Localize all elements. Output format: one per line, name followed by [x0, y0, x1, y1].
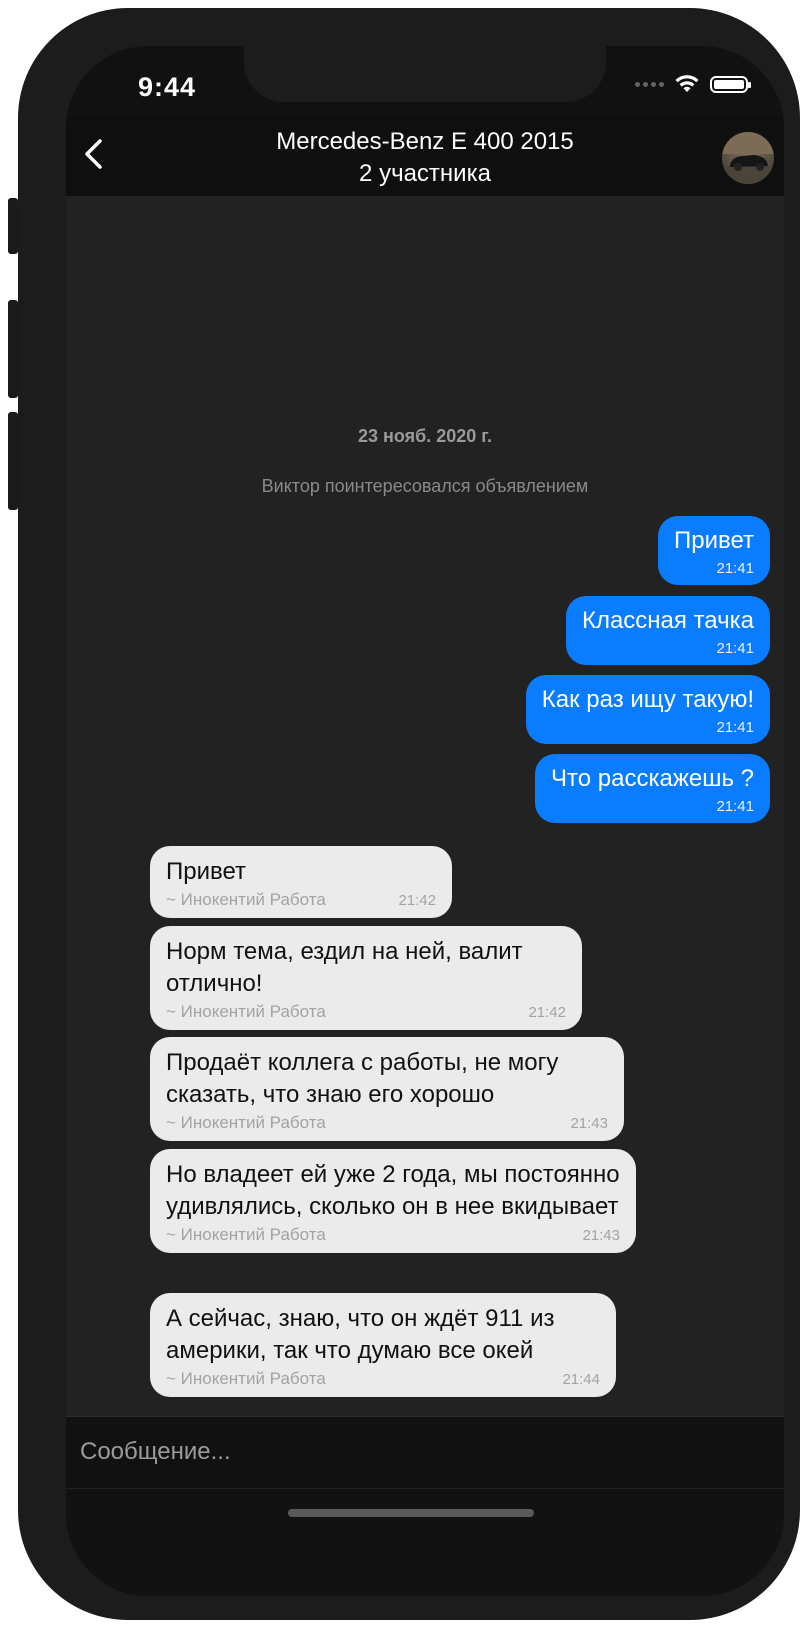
message-time: 21:43: [582, 1226, 620, 1244]
signal-dots-icon: [635, 81, 664, 87]
incoming-message[interactable]: Но владеет ей уже 2 года, мы постоянно у…: [150, 1149, 636, 1253]
outgoing-message[interactable]: Классная тачка 21:41: [565, 596, 770, 665]
message-text: Но владеет ей уже 2 года, мы постоянно у…: [166, 1161, 620, 1220]
sender-name: ~ Инокентий Работа: [166, 890, 326, 909]
outgoing-message[interactable]: Что расскажешь ? 21:41: [535, 754, 770, 823]
message-time: 21:42: [528, 1003, 566, 1021]
message-time: 21:41: [716, 640, 754, 657]
car-image: [722, 132, 774, 184]
incoming-message[interactable]: Продаёт коллега с работы, не могу сказат…: [150, 1037, 624, 1141]
wifi-icon: [675, 75, 699, 92]
incoming-message[interactable]: Привет ~ Инокентий Работа 21:42: [150, 846, 452, 918]
message-text: Привет: [166, 858, 247, 885]
incoming-message[interactable]: А сейчас, знаю, что он ждёт 911 из амери…: [150, 1293, 616, 1397]
message-text: Привет: [673, 527, 754, 554]
bottom-safe-area: [66, 1488, 784, 1596]
system-message: Виктор поинтересовался объявлением: [261, 476, 589, 496]
message-time: 21:43: [570, 1114, 608, 1132]
outgoing-message[interactable]: Привет 21:41: [657, 516, 770, 585]
message-text: Что расскажешь ?: [551, 765, 754, 792]
message-time: 21:41: [716, 798, 754, 815]
chat-title: Mercedes-Benz E 400 2015: [276, 128, 574, 155]
car-avatar[interactable]: [722, 132, 774, 184]
date-separator: 23 нояб. 2020 г.: [357, 426, 492, 446]
message-time: 21:41: [716, 719, 754, 736]
sender-name: ~ Инокентий Работа: [166, 1225, 326, 1244]
chat-header: Mercedes-Benz E 400 2015 2 участника: [66, 116, 784, 196]
message-time: 21:42: [398, 891, 436, 909]
message-text: Норм тема, ездил на ней, валит отлично!: [166, 938, 523, 997]
message-composer: [66, 1416, 784, 1489]
home-indicator[interactable]: [288, 1509, 534, 1517]
notch: [244, 46, 606, 102]
outgoing-message[interactable]: Как раз ищу такую! 21:41: [525, 675, 770, 744]
message-text: Классная тачка: [581, 607, 754, 634]
sender-name: ~ Инокентий Работа: [166, 1002, 326, 1021]
screen: 9:44 Mercedes-Benz E 400 2015 2 участник…: [66, 46, 784, 1596]
message-text: А сейчас, знаю, что он ждёт 911 из амери…: [166, 1305, 555, 1364]
message-time: 21:41: [716, 560, 754, 577]
message-time: 21:44: [562, 1370, 600, 1388]
incoming-message[interactable]: Норм тема, ездил на ней, валит отлично! …: [150, 926, 582, 1030]
phone-frame: 9:44 Mercedes-Benz E 400 2015 2 участник…: [18, 8, 800, 1620]
sender-name: ~ Инокентий Работа: [166, 1113, 326, 1132]
volume-down-button: [8, 412, 18, 510]
battery-icon: [710, 75, 751, 93]
message-text: Продаёт коллега с работы, не могу сказат…: [166, 1049, 559, 1108]
status-icons: [635, 74, 751, 94]
volume-up-button: [8, 300, 18, 398]
sender-name: ~ Инокентий Работа: [166, 1369, 326, 1388]
message-text: Как раз ищу такую!: [541, 686, 754, 713]
message-list[interactable]: 23 нояб. 2020 г. Виктор поинтересовался …: [66, 196, 784, 1416]
mute-switch: [8, 198, 18, 254]
status-time: 9:44: [138, 72, 197, 102]
chat-subtitle: 2 участника: [359, 160, 491, 187]
message-input[interactable]: [80, 1429, 770, 1475]
